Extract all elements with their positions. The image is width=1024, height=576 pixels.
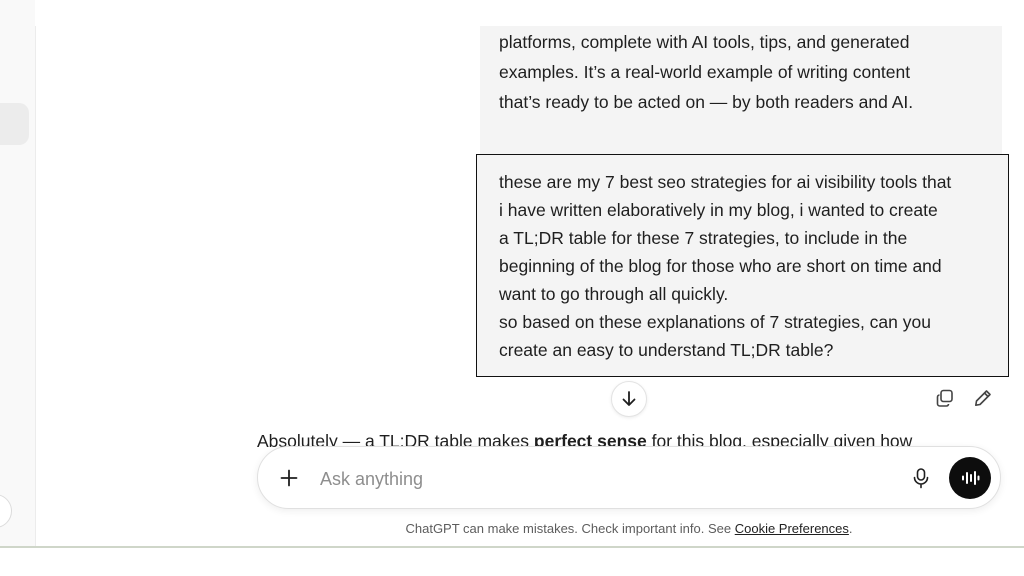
message-line: that’s ready to be acted on — by both re…: [499, 92, 914, 112]
bottom-area: [0, 548, 1024, 576]
copy-icon: [936, 389, 953, 407]
previous-user-message: platforms, complete with AI tools, tips,…: [480, 26, 1002, 154]
message-line: i have written elaboratively in my blog,…: [499, 200, 938, 220]
disclaimer: ChatGPT can make mistakes. Check importa…: [257, 520, 1001, 538]
voice-mode-button[interactable]: [949, 457, 991, 499]
pencil-icon: [975, 390, 991, 406]
top-strip: [35, 0, 1024, 26]
voice-waveform-icon: [962, 471, 980, 485]
plus-icon: [280, 469, 298, 487]
message-line: want to go through all quickly.: [499, 284, 729, 304]
copy-message-button[interactable]: [933, 386, 957, 410]
sidebar: [0, 0, 36, 547]
message-line: a TL;DR table for these 7 strategies, to…: [499, 228, 908, 248]
disclaimer-text: ChatGPT can make mistakes. Check importa…: [405, 521, 735, 536]
composer: [257, 446, 1001, 509]
message-line: beginning of the blog for those who are …: [499, 256, 942, 276]
message-line: create an easy to understand TL;DR table…: [499, 340, 834, 360]
message-line: so based on these explanations of 7 stra…: [499, 312, 931, 332]
cookie-preferences-link[interactable]: Cookie Preferences: [735, 521, 849, 536]
prompt-input[interactable]: [318, 461, 882, 497]
scroll-to-bottom-button[interactable]: [611, 381, 647, 417]
disclaimer-period: .: [848, 521, 853, 536]
assistant-reply-preview: Absolutely — a TL;DR table makes perfect…: [257, 428, 997, 448]
sidebar-avatar[interactable]: [0, 494, 12, 528]
attach-button[interactable]: [276, 465, 302, 491]
arrow-down-icon: [622, 391, 636, 406]
current-user-message: these are my 7 best seo strategies for a…: [476, 154, 1009, 377]
message-line: platforms, complete with AI tools, tips,…: [499, 32, 910, 52]
edit-message-button[interactable]: [971, 386, 995, 410]
message-line: these are my 7 best seo strategies for a…: [499, 172, 952, 192]
message-line: examples. It’s a real-world example of w…: [499, 62, 911, 82]
sidebar-selected-item[interactable]: [0, 103, 29, 145]
dictate-button[interactable]: [909, 466, 933, 490]
microphone-icon: [913, 468, 929, 489]
